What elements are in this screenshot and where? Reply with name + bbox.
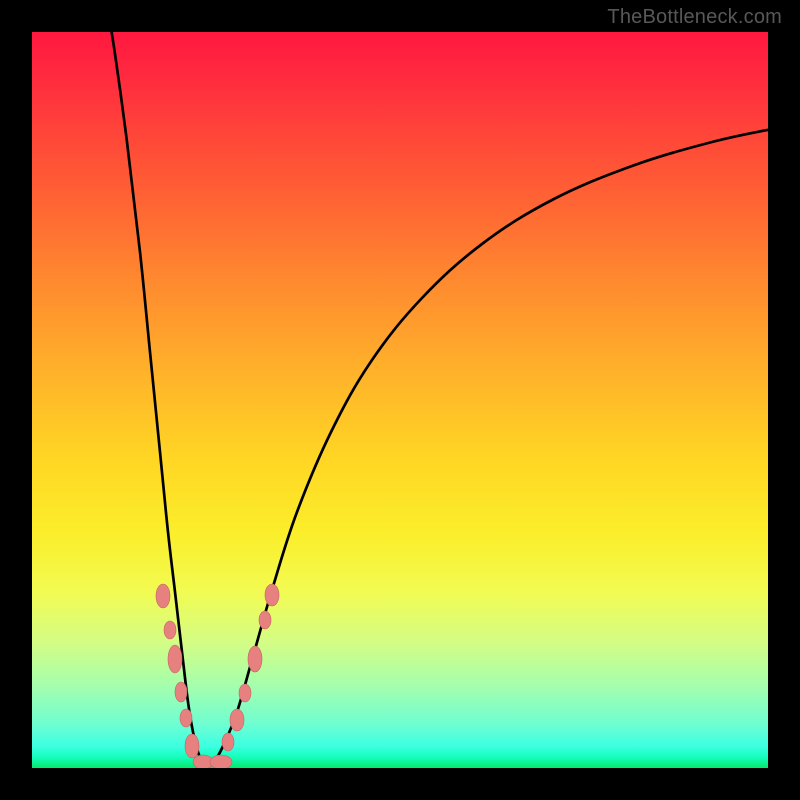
data-marker xyxy=(222,733,234,751)
data-marker xyxy=(230,709,244,731)
curve-layer xyxy=(32,32,768,768)
data-marker xyxy=(248,646,262,672)
data-marker xyxy=(259,611,271,629)
data-marker xyxy=(185,734,199,758)
data-marker xyxy=(210,755,232,768)
data-marker xyxy=(156,584,170,608)
data-marker xyxy=(239,684,251,702)
data-marker xyxy=(164,621,176,639)
watermark-text: TheBottleneck.com xyxy=(607,6,782,29)
outer-frame: TheBottleneck.com xyxy=(0,0,800,800)
plot-area xyxy=(32,32,768,768)
data-marker xyxy=(265,584,279,606)
curve-left-branch xyxy=(105,32,206,767)
data-marker xyxy=(168,645,182,673)
data-marker xyxy=(180,709,192,727)
curve-right-branch xyxy=(206,129,768,767)
data-marker xyxy=(175,682,187,702)
